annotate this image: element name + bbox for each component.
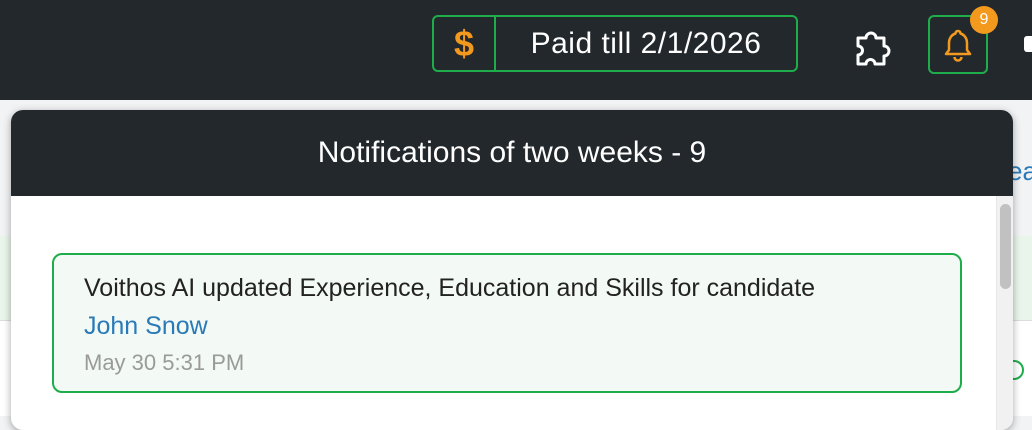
- popup-scrollbar[interactable]: [996, 196, 1013, 430]
- top-bar: $ Paid till 2/1/2026 9: [0, 0, 1032, 100]
- paid-till-label: Paid till 2/1/2026: [530, 26, 762, 60]
- scrollbar-thumb[interactable]: [1000, 204, 1011, 289]
- notifications-list: Voithos AI updated Experience, Education…: [11, 196, 1013, 430]
- puzzle-icon[interactable]: [850, 26, 892, 68]
- notification-item[interactable]: Voithos AI updated Experience, Education…: [52, 253, 962, 393]
- notification-message: Voithos AI updated Experience, Education…: [84, 274, 816, 302]
- notification-timestamp: May 30 5:31 PM: [84, 350, 245, 375]
- subscription-status-button[interactable]: $ Paid till 2/1/2026: [432, 15, 798, 72]
- dollar-icon: $: [434, 17, 496, 70]
- overflow-icon[interactable]: [1024, 36, 1032, 52]
- notification-count-badge: 9: [970, 6, 998, 34]
- bell-icon: [944, 29, 972, 62]
- notifications-popup: Notifications of two weeks - 9 Voithos A…: [11, 110, 1013, 430]
- popup-title: Notifications of two weeks - 9: [11, 110, 1013, 196]
- candidate-link[interactable]: John Snow: [84, 307, 930, 345]
